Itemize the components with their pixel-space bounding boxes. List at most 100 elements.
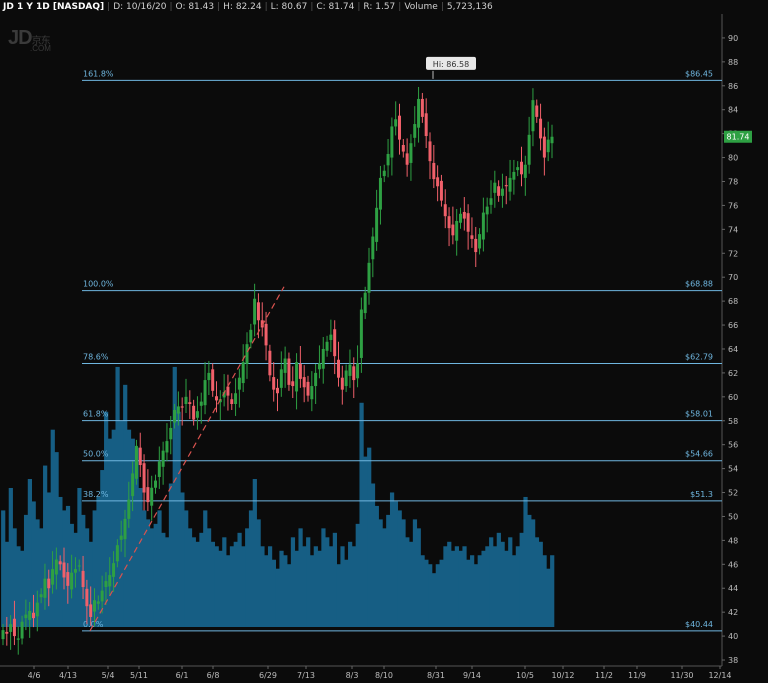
volume-bar (470, 555, 475, 627)
x-tick-label: 5/4 (102, 671, 115, 680)
candle-body (497, 186, 501, 196)
candle-body (188, 402, 192, 405)
volume-bar (233, 541, 238, 627)
volume-bar (138, 487, 143, 627)
candle-body (24, 614, 28, 619)
fib-level-pct: 38.2% (83, 490, 109, 499)
candle-body (359, 309, 363, 358)
y-tick-label: 50 (728, 512, 738, 521)
candle-body (535, 105, 539, 117)
volume-bar (393, 501, 398, 627)
x-tick-label: 10/5 (516, 671, 534, 680)
volume-bar (157, 510, 162, 627)
candle-body (176, 406, 180, 414)
candle-body (325, 341, 329, 351)
volume-bar (191, 537, 196, 627)
candle-body (134, 445, 138, 479)
candle-body (527, 134, 531, 165)
candle-body (436, 177, 440, 187)
x-tick-label: 6/1 (176, 671, 189, 680)
y-tick-label: 68 (728, 297, 738, 306)
x-tick-label: 7/13 (297, 671, 315, 680)
volume-bar (325, 537, 330, 627)
fib-level-price: $40.44 (685, 620, 713, 629)
volume-bar (389, 492, 395, 627)
volume-bar (416, 528, 421, 627)
volume-bar (336, 564, 341, 627)
candle-body (417, 98, 421, 128)
candle-body (123, 518, 127, 540)
volume-bar (531, 519, 536, 627)
candle-body (451, 224, 455, 236)
candle-body (340, 377, 344, 390)
x-tick-label: 5/11 (130, 671, 148, 680)
candle-body (104, 581, 108, 588)
candle-body (184, 396, 188, 405)
volume-bar (527, 514, 532, 627)
candle-body (264, 323, 268, 346)
y-tick-label: 62 (728, 369, 738, 378)
candle-body (363, 292, 367, 314)
fib-level-price: $51.3 (690, 490, 713, 499)
candle-body (439, 180, 443, 201)
volume-bar (378, 519, 383, 627)
volume-bar (386, 514, 391, 627)
candle-body (466, 213, 470, 232)
fib-level-price: $58.01 (685, 410, 713, 419)
volume-bar (203, 510, 208, 627)
high-annotation-label: Hi: 86.58 (433, 60, 469, 69)
candle-body (35, 602, 39, 617)
candle-body (455, 220, 459, 241)
volume-bar (298, 528, 303, 627)
candle-body (398, 115, 401, 140)
candle-body (199, 401, 203, 406)
candle-body (32, 612, 35, 619)
candle-body (165, 441, 169, 453)
volume-bar (111, 429, 116, 627)
candle-body (424, 113, 428, 137)
candle-body (230, 399, 234, 405)
fib-level-price: $54.66 (685, 450, 713, 459)
candle-body (356, 363, 360, 379)
candle-body (253, 298, 257, 325)
volume-bar (328, 546, 334, 627)
y-tick-label: 76 (728, 201, 738, 210)
y-tick-label: 74 (728, 225, 738, 234)
volume-bar (550, 555, 555, 627)
candle-body (1, 630, 5, 640)
volume-bar (508, 537, 513, 627)
volume-bar (302, 546, 307, 627)
volume-bar (511, 555, 517, 627)
volume-bar (142, 510, 147, 627)
candle-body (489, 198, 493, 205)
candle-body (474, 238, 478, 253)
candle-body (85, 588, 89, 607)
volume-bar (450, 550, 456, 627)
candle-body (413, 124, 417, 138)
candle-body (539, 118, 543, 139)
candle-body (337, 359, 340, 378)
candle-body (329, 334, 333, 340)
price-chart[interactable]: 161.8% $86.45 100.0% $68.88 78.6% $62.79 61.8%… (0, 0, 768, 683)
volume-bar (245, 528, 250, 627)
candle-body (157, 461, 161, 477)
candle-body (100, 590, 104, 602)
candle-body (173, 409, 177, 423)
volume-bar (271, 559, 276, 627)
candle-body (215, 396, 218, 401)
candle-body (279, 369, 283, 388)
candle-body (180, 406, 184, 408)
candle-body (306, 381, 310, 396)
volume-bar (309, 555, 315, 627)
candle-body (512, 171, 516, 180)
volume-bar (374, 505, 379, 627)
fib-level-pct: 161.8% (83, 69, 114, 78)
candle-body (207, 372, 211, 381)
volume-bar (443, 546, 448, 627)
volume-bar (485, 546, 490, 627)
volume-bar (214, 546, 219, 627)
candle-body (481, 212, 485, 240)
x-tick-label: 11/9 (628, 671, 646, 680)
volume-bar (496, 532, 501, 627)
volume-bar (500, 541, 505, 627)
